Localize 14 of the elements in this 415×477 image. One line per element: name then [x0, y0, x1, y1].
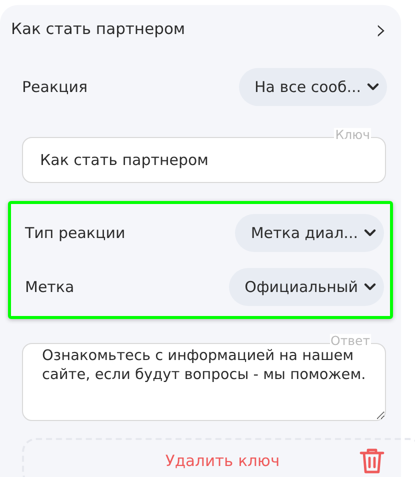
chevron-down-icon — [367, 83, 379, 91]
chevron-button[interactable]: › — [376, 16, 387, 44]
field-label: Тип реакции — [25, 222, 126, 244]
dropdown-button[interactable]: Официальный — [228, 268, 384, 306]
chevron-down-icon — [364, 229, 376, 237]
chevron-down-icon — [364, 283, 376, 291]
field-legend: Ответ — [330, 334, 371, 348]
field-legend: Ключ — [334, 128, 371, 142]
trash-icon[interactable] — [359, 446, 385, 474]
dropdown-button[interactable]: На все сооб... — [238, 68, 387, 106]
field-label: Реакция — [22, 76, 88, 98]
field-label: Метка — [25, 276, 74, 298]
dropdown-button[interactable]: Метка диал... — [234, 214, 384, 252]
section-title: Как стать партнером — [11, 19, 186, 40]
